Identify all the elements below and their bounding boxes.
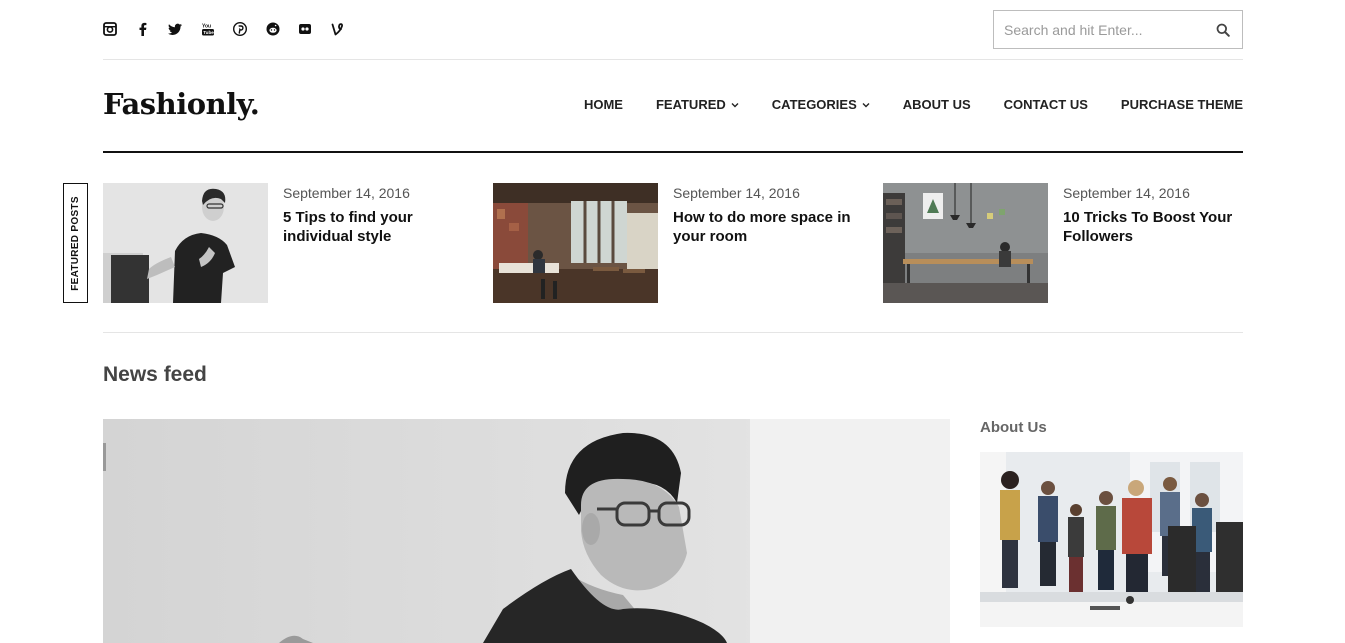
featured-post-image[interactable] xyxy=(493,183,658,303)
search-box xyxy=(993,10,1243,49)
featured-post-meta: September 14, 2016 10 Tricks To Boost Yo… xyxy=(1063,185,1243,246)
youtube-icon[interactable]: You Tube xyxy=(201,19,234,39)
post-date: September 14, 2016 xyxy=(283,185,410,201)
nav-about-label: ABOUT US xyxy=(902,97,971,112)
post-title[interactable]: 5 Tips to find your individual style xyxy=(283,208,463,246)
post-date: September 14, 2016 xyxy=(1063,185,1190,201)
pinterest-icon[interactable] xyxy=(233,19,266,39)
about-us-image[interactable] xyxy=(980,452,1243,627)
newsfeed-heading: News feed xyxy=(103,363,207,386)
nav-contact-label: CONTACT US xyxy=(1003,97,1088,112)
site-header: Fashionly. HOME FEATURED CATEGORIES ABOU… xyxy=(103,60,1243,153)
social-links: You Tube xyxy=(103,19,363,39)
featured-post-meta: September 14, 2016 5 Tips to find your i… xyxy=(283,185,463,246)
nav-categories[interactable]: CATEGORIES xyxy=(772,97,870,112)
nav-home-label: HOME xyxy=(583,97,623,112)
reddit-icon[interactable] xyxy=(266,19,299,39)
nav-purchase-label: PURCHASE THEME xyxy=(1120,97,1243,112)
featured-posts-label: FEATURED POSTS xyxy=(70,195,82,291)
post-title[interactable]: How to do more space in your room xyxy=(673,208,853,246)
nav-home[interactable]: HOME xyxy=(584,97,623,112)
nav-purchase-theme[interactable]: PURCHASE THEME xyxy=(1121,97,1243,112)
hero-post-image[interactable] xyxy=(103,419,950,643)
featured-post-image[interactable] xyxy=(103,183,268,303)
chevron-down-icon xyxy=(862,102,870,107)
svg-text:You: You xyxy=(202,24,211,30)
top-bar: You Tube xyxy=(103,0,1243,60)
sidebar-about-heading: About Us xyxy=(980,419,1047,436)
chevron-down-icon xyxy=(731,102,739,107)
vine-icon[interactable] xyxy=(331,19,364,39)
facebook-icon[interactable] xyxy=(136,19,169,39)
post-title[interactable]: 10 Tricks To Boost Your Followers xyxy=(1063,208,1243,246)
svg-text:Tube: Tube xyxy=(203,30,214,35)
featured-post-card[interactable]: September 14, 2016 How to do more space … xyxy=(493,183,853,303)
search-input[interactable] xyxy=(994,11,1242,48)
section-divider xyxy=(103,332,1243,333)
main-nav: HOME FEATURED CATEGORIES ABOUT US CONTAC… xyxy=(551,97,1243,112)
post-date: September 14, 2016 xyxy=(673,185,800,201)
nav-about[interactable]: ABOUT US xyxy=(903,97,971,112)
featured-post-meta: September 14, 2016 How to do more space … xyxy=(673,185,853,246)
featured-post-card[interactable]: September 14, 2016 10 Tricks To Boost Yo… xyxy=(883,183,1243,303)
site-logo[interactable]: Fashionly. xyxy=(103,87,260,121)
featured-posts-tag: FEATURED POSTS xyxy=(63,183,88,303)
featured-post-image[interactable] xyxy=(883,183,1048,303)
nav-featured-label: FEATURED xyxy=(655,97,726,112)
search-icon[interactable] xyxy=(1216,23,1230,37)
nav-categories-label: CATEGORIES xyxy=(771,97,857,112)
nav-featured[interactable]: FEATURED xyxy=(656,97,739,112)
twitter-icon[interactable] xyxy=(168,19,201,39)
nav-contact[interactable]: CONTACT US xyxy=(1004,97,1088,112)
featured-post-card[interactable]: September 14, 2016 5 Tips to find your i… xyxy=(103,183,463,303)
instagram-icon[interactable] xyxy=(103,19,136,39)
flickr-icon[interactable] xyxy=(298,19,331,39)
